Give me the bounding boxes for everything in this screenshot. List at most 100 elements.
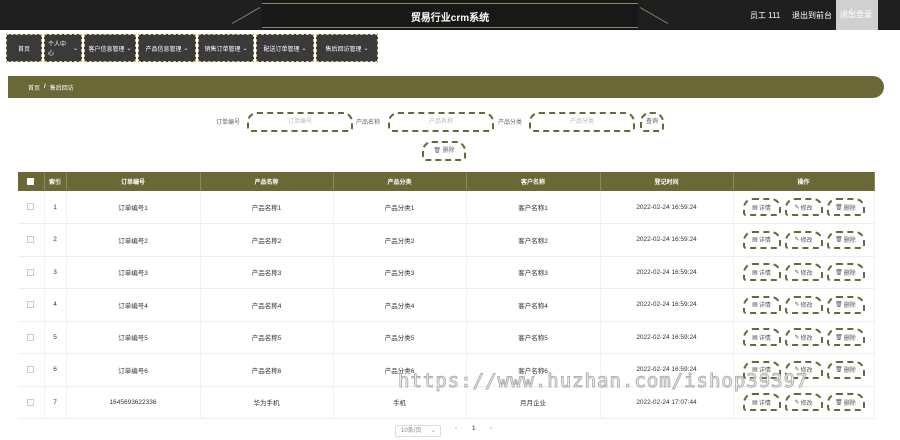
row-checkbox[interactable]: [27, 398, 35, 406]
product-name-input[interactable]: 产品名称: [388, 112, 494, 132]
row-checkbox[interactable]: [27, 203, 35, 211]
cell-customer: 客户名称5: [466, 321, 601, 354]
details-icon: ▤: [752, 399, 758, 406]
edit-button[interactable]: ✎ 修改: [784, 230, 823, 249]
cell-order: 订单编号2: [66, 223, 201, 257]
cell-time: 2022-02-24 16:59:24: [600, 223, 734, 257]
order-number-label: 订单编号: [216, 120, 241, 126]
detail-button[interactable]: ▤ 详情: [742, 230, 781, 249]
detail-button[interactable]: ▤ 详情: [742, 360, 781, 379]
nav-item[interactable]: 个人中心 ⌄: [44, 34, 82, 62]
row-select-cell[interactable]: [18, 288, 45, 322]
row-actions: ▤ 详情 ✎ 修改 🗑 删除: [733, 288, 875, 322]
cell-product: 产品名称3: [200, 256, 334, 289]
breadcrumb-current: 售后回访: [49, 85, 74, 92]
edit-button[interactable]: ✎ 修改: [784, 393, 823, 412]
delete-button[interactable]: 🗑 删除: [826, 360, 865, 379]
cell-product: 产品名称4: [200, 288, 334, 322]
select-all-cell[interactable]: [18, 172, 45, 191]
nav-item[interactable]: 配送订单管理 ⌄: [256, 34, 314, 62]
row-select-cell[interactable]: [18, 256, 45, 289]
trash-icon: 🗑: [835, 399, 843, 406]
trash-icon: 🗑: [835, 334, 843, 341]
row-select-cell[interactable]: [18, 321, 45, 354]
trash-icon: 🗑: [433, 148, 441, 154]
product-category-input[interactable]: 产品分类: [529, 112, 635, 132]
edit-button[interactable]: ✎ 修改: [784, 198, 823, 216]
table-row: 4 订单编号4 产品名称4 产品分类4 客户名称4 2022-02-24 16:59:24…: [18, 288, 875, 322]
details-icon: ▤: [752, 269, 758, 276]
query-button[interactable]: 查询: [640, 112, 664, 132]
nav-item-label: 客户信息管理: [88, 46, 125, 53]
prev-page-button[interactable]: ‹: [455, 426, 457, 432]
back-to-frontend-link[interactable]: 退出到前台: [792, 10, 832, 21]
row-actions: ▤ 详情 ✎ 修改 🗑 删除: [733, 223, 875, 257]
cell-time: 2022-02-24 16:59:24: [600, 353, 734, 387]
nav-item-label: 产品信息管理: [145, 46, 182, 53]
row-checkbox[interactable]: [27, 268, 35, 276]
chevron-down-icon: ⌄: [301, 45, 307, 52]
user-name: 员工 111: [750, 11, 781, 20]
row-select-cell[interactable]: [18, 353, 45, 387]
row-checkbox[interactable]: [27, 366, 35, 374]
row-select-cell[interactable]: [18, 386, 45, 419]
breadcrumb-home[interactable]: 首页: [28, 83, 40, 92]
next-page-button[interactable]: ›: [490, 426, 492, 432]
page-number[interactable]: 1: [472, 426, 475, 432]
batch-delete-label: 删除: [442, 148, 455, 154]
detail-button[interactable]: ▤ 详情: [742, 295, 781, 314]
logout-button[interactable]: 退出登录: [836, 0, 878, 30]
detail-label: 详情: [758, 303, 771, 310]
detail-label: 详情: [758, 205, 771, 212]
edit-button[interactable]: ✎ 修改: [784, 360, 823, 379]
edit-button[interactable]: ✎ 修改: [784, 263, 823, 282]
nav-item-label: 首页: [17, 46, 30, 53]
detail-button[interactable]: ▤ 详情: [742, 328, 781, 347]
details-icon: ▤: [752, 204, 758, 211]
edit-button[interactable]: ✎ 修改: [784, 328, 823, 347]
chevron-down-icon: ⌄: [126, 45, 132, 52]
delete-label: 删除: [843, 270, 856, 277]
delete-button[interactable]: 🗑 删除: [826, 295, 865, 314]
edit-icon: ✎: [794, 269, 800, 276]
detail-button[interactable]: ▤ 详情: [742, 393, 781, 412]
nav-item[interactable]: 客户信息管理 ⌄: [84, 34, 136, 62]
cell-order: 订单编号3: [66, 256, 201, 289]
cell-category: 产品分类5: [333, 321, 467, 354]
cell-index: 1: [44, 191, 67, 224]
edit-icon: ✎: [794, 334, 800, 341]
delete-button[interactable]: 🗑 删除: [826, 198, 865, 216]
nav-item[interactable]: 售后回访管理 ⌄: [316, 34, 378, 62]
detail-button[interactable]: ▤ 详情: [742, 198, 781, 216]
row-checkbox[interactable]: [27, 333, 35, 341]
nav-item[interactable]: 首页: [6, 34, 42, 62]
breadcrumb-separator: /: [44, 84, 46, 90]
nav-item[interactable]: 产品信息管理 ⌄: [138, 34, 196, 62]
table-row: 2 订单编号2 产品名称2 产品分类2 客户名称2 2022-02-24 16:59:24…: [18, 223, 875, 257]
detail-label: 详情: [758, 270, 771, 277]
delete-label: 删除: [843, 303, 856, 310]
select-all-checkbox[interactable]: [27, 177, 35, 185]
delete-button[interactable]: 🗑 删除: [826, 230, 865, 249]
row-checkbox[interactable]: [27, 301, 35, 309]
chevron-down-icon: ⌄: [72, 45, 78, 52]
row-checkbox[interactable]: [27, 236, 35, 244]
mouse-cursor-icon: ☝: [846, 6, 854, 20]
delete-button[interactable]: 🗑 删除: [826, 393, 865, 412]
row-select-cell[interactable]: [18, 223, 45, 257]
delete-label: 删除: [843, 335, 856, 342]
nav-item[interactable]: 销售订单管理 ⌄: [198, 34, 254, 62]
chevron-down-icon: ⌄: [430, 428, 436, 434]
delete-button[interactable]: 🗑 删除: [826, 263, 865, 282]
edit-label: 修改: [800, 303, 813, 310]
edit-label: 修改: [800, 335, 813, 342]
delete-button[interactable]: 🗑 删除: [826, 328, 865, 347]
detail-button[interactable]: ▤ 详情: [742, 263, 781, 282]
edit-button[interactable]: ✎ 修改: [784, 295, 823, 314]
batch-delete-button[interactable]: 🗑 删除: [422, 141, 466, 161]
row-select-cell[interactable]: [18, 191, 45, 224]
delete-label: 删除: [843, 205, 856, 212]
page-size-select[interactable]: 10条/页 ⌄: [395, 425, 441, 437]
trash-icon: 🗑: [835, 204, 843, 211]
order-number-input[interactable]: 订单编号: [247, 112, 353, 132]
